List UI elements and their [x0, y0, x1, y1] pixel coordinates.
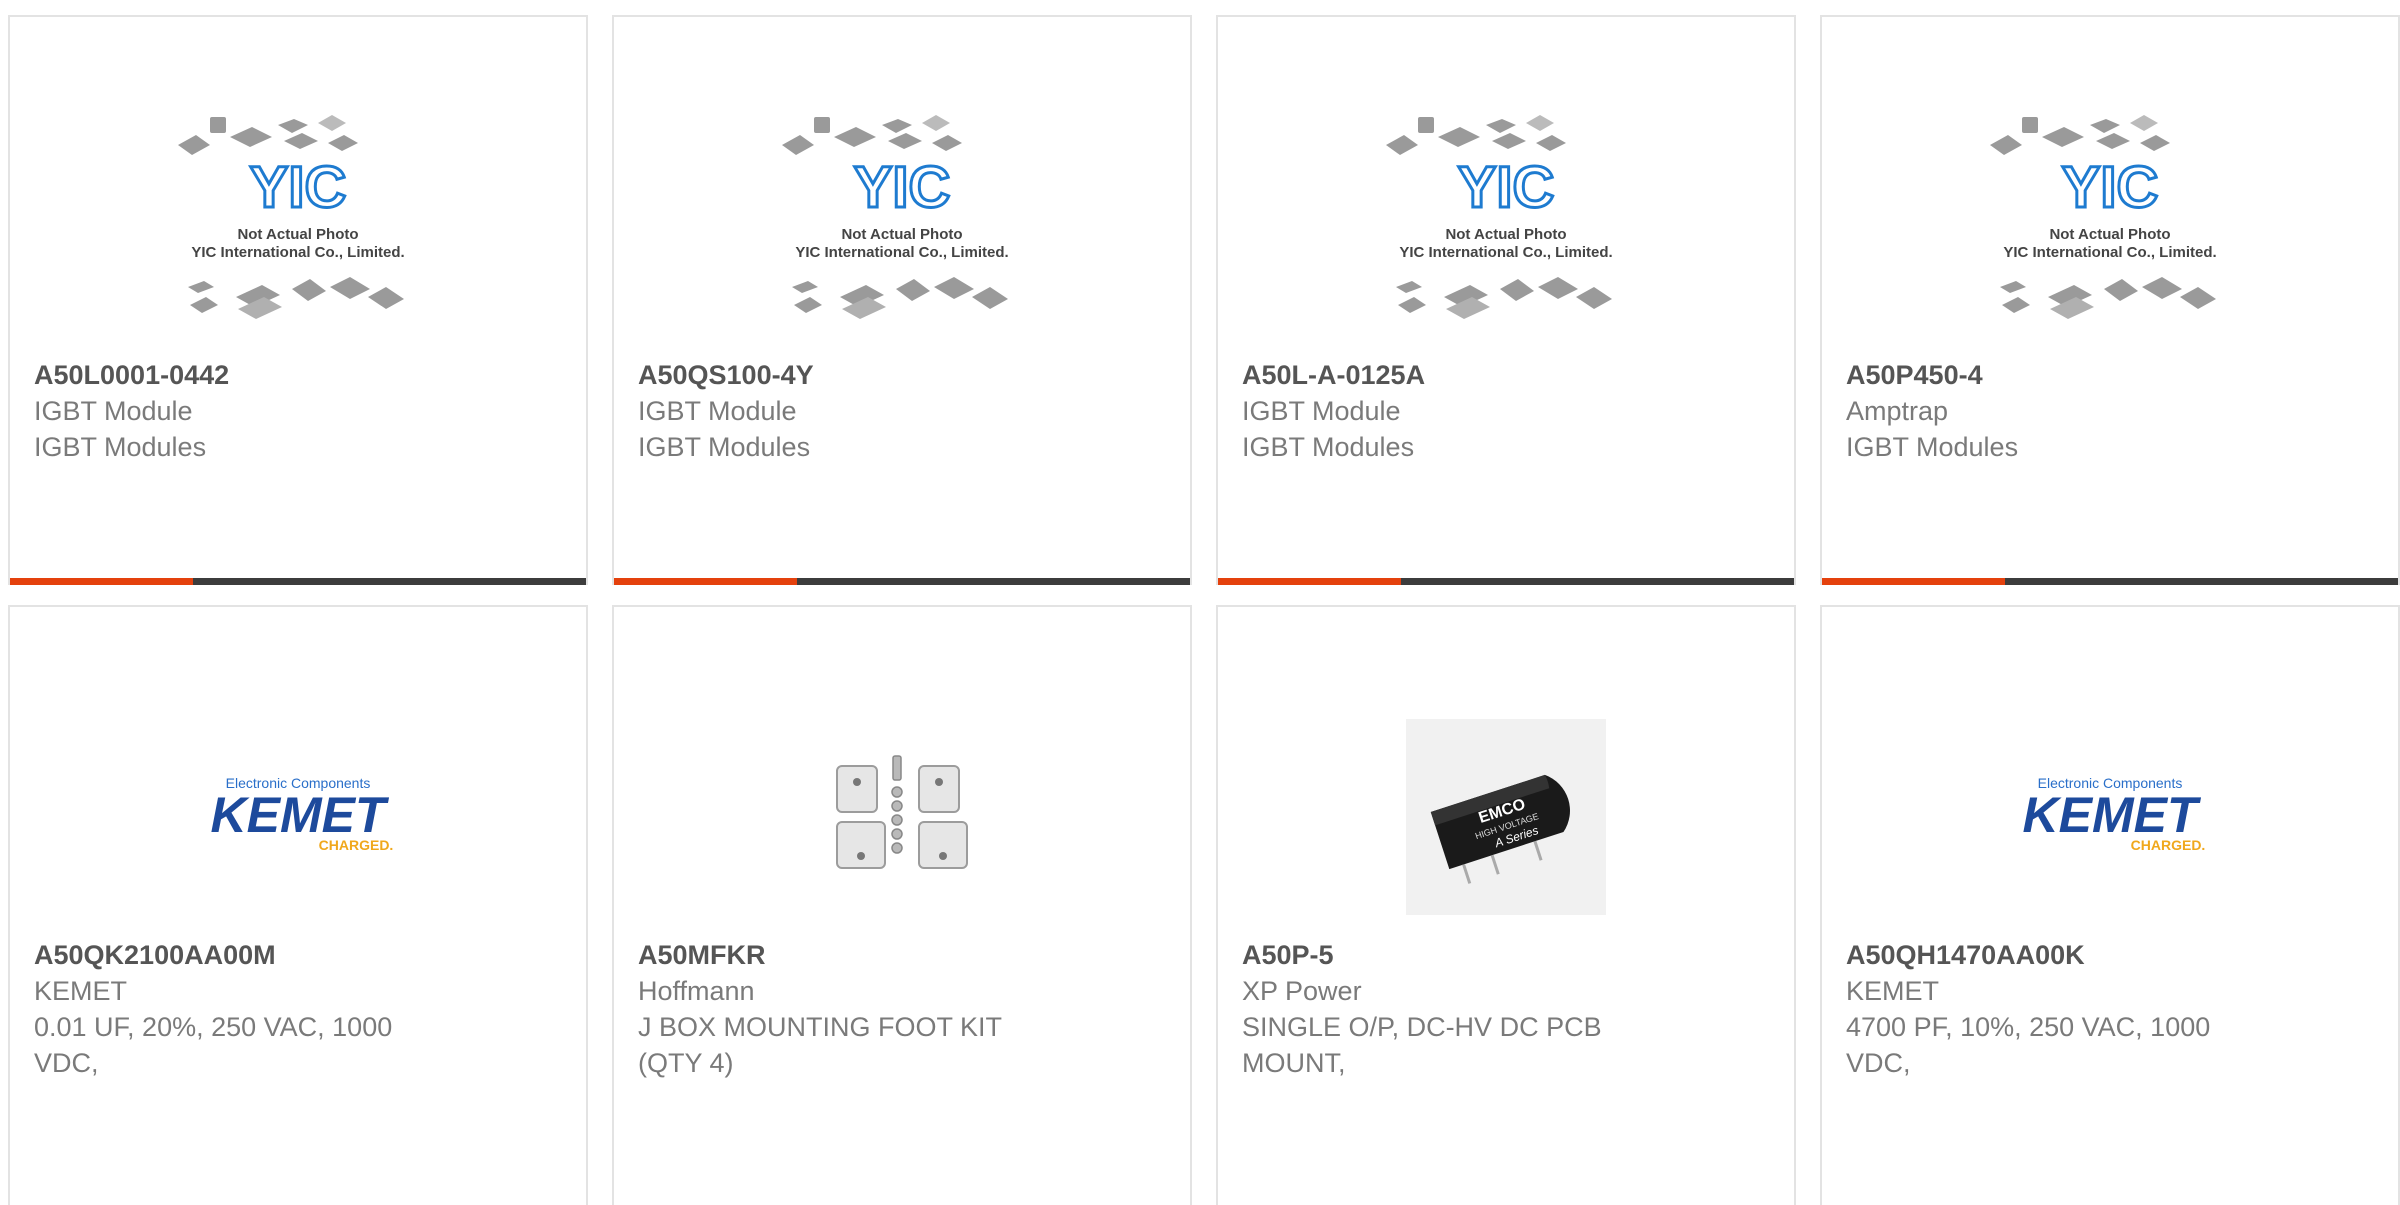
yic-logo: YIC — [1458, 155, 1555, 220]
product-card[interactable]: EMCO HIGH VOLTAGE A Series A50P-5 XP Pow… — [1216, 605, 1796, 1205]
part-number[interactable]: A50QH1470AA00K — [1846, 937, 2374, 973]
card-footer-bar — [1822, 578, 2398, 585]
product-description: IGBT Modules — [638, 432, 811, 462]
svg-text:CHARGED.: CHARGED. — [319, 837, 394, 853]
svg-text:CHARGED.: CHARGED. — [2131, 837, 2206, 853]
product-image[interactable]: YIC Not Actual Photo YIC International C… — [1822, 87, 2398, 367]
product-image[interactable]: YIC Not Actual Photo YIC International C… — [10, 87, 586, 367]
product-info: A50P-5 XP Power SINGLE O/P, DC-HV DC PCB… — [1242, 937, 1770, 1081]
product-image[interactable] — [614, 667, 1190, 967]
product-description: J BOX MOUNTING FOOT KIT (QTY 4) — [638, 1012, 1002, 1078]
part-number[interactable]: A50MFKR — [638, 937, 1166, 973]
product-card[interactable]: A50MFKR Hoffmann J BOX MOUNTING FOOT KIT… — [612, 605, 1192, 1205]
svg-text:YIC International Co., Limited: YIC International Co., Limited. — [1399, 244, 1612, 261]
product-grid: YIC Not Actual Photo YIC International C… — [8, 15, 2400, 1205]
yic-logo: YIC — [250, 155, 347, 220]
product-card[interactable]: YIC Not Actual Photo YIC International C… — [1820, 15, 2400, 585]
product-description: IGBT Modules — [1242, 432, 1415, 462]
part-number[interactable]: A50L0001-0442 — [34, 357, 562, 393]
yic-logo: YIC — [854, 155, 951, 220]
svg-text:Not Actual Photo: Not Actual Photo — [1445, 226, 1566, 243]
svg-text:KEMET: KEMET — [2023, 787, 2202, 843]
mounting-kit-image — [836, 755, 968, 869]
product-description: 4700 PF, 10%, 250 VAC, 1000 VDC, — [1846, 1012, 2211, 1078]
kemet-logo: Electronic Components KEMET CHARGED. — [211, 775, 394, 853]
manufacturer: Hoffmann — [638, 976, 755, 1006]
manufacturer: IGBT Module — [638, 396, 797, 426]
product-info: A50QS100-4Y IGBT Module IGBT Modules — [638, 357, 1166, 465]
svg-text:Not Actual Photo: Not Actual Photo — [841, 226, 962, 243]
product-description: IGBT Modules — [34, 432, 207, 462]
product-card[interactable]: Electronic Components KEMET CHARGED. A50… — [1820, 605, 2400, 1205]
manufacturer: IGBT Module — [1242, 396, 1401, 426]
product-image[interactable]: YIC Not Actual Photo YIC International C… — [614, 87, 1190, 367]
product-image[interactable]: Electronic Components KEMET CHARGED. — [10, 667, 586, 967]
yic-placeholder-image: YIC Not Actual Photo YIC International C… — [178, 115, 405, 319]
manufacturer: KEMET — [34, 976, 128, 1006]
yic-logo: YIC — [2062, 155, 2159, 220]
svg-text:Not Actual Photo: Not Actual Photo — [237, 226, 358, 243]
card-footer-bar — [614, 578, 1190, 585]
product-card[interactable]: YIC Not Actual Photo YIC International C… — [612, 15, 1192, 585]
yic-placeholder-image: YIC Not Actual Photo YIC International C… — [1386, 115, 1613, 319]
part-number[interactable]: A50QS100-4Y — [638, 357, 1166, 393]
product-info: A50MFKR Hoffmann J BOX MOUNTING FOOT KIT… — [638, 937, 1166, 1081]
product-image[interactable]: Electronic Components KEMET CHARGED. — [1822, 667, 2398, 967]
manufacturer: IGBT Module — [34, 396, 193, 426]
svg-text:YIC International Co., Limited: YIC International Co., Limited. — [2003, 244, 2216, 261]
product-description: IGBT Modules — [1846, 432, 2019, 462]
part-number[interactable]: A50QK2100AA00M — [34, 937, 562, 973]
product-info: A50L-A-0125A IGBT Module IGBT Modules — [1242, 357, 1770, 465]
product-info: A50QK2100AA00M KEMET 0.01 UF, 20%, 250 V… — [34, 937, 562, 1081]
card-accent-bar — [614, 578, 797, 585]
product-card[interactable]: YIC Not Actual Photo YIC International C… — [1216, 15, 1796, 585]
manufacturer: Amptrap — [1846, 396, 1949, 426]
part-number[interactable]: A50P-5 — [1242, 937, 1770, 973]
manufacturer: XP Power — [1242, 976, 1362, 1006]
card-accent-bar — [1822, 578, 2005, 585]
product-image[interactable]: YIC Not Actual Photo YIC International C… — [1218, 87, 1794, 367]
card-footer-bar — [1218, 578, 1794, 585]
product-info: A50L0001-0442 IGBT Module IGBT Modules — [34, 357, 562, 465]
card-accent-bar — [10, 578, 193, 585]
yic-placeholder-image: YIC Not Actual Photo YIC International C… — [1990, 115, 2217, 319]
product-image[interactable]: EMCO HIGH VOLTAGE A Series — [1218, 667, 1794, 967]
svg-text:KEMET: KEMET — [211, 787, 390, 843]
kemet-logo: Electronic Components KEMET CHARGED. — [2023, 775, 2206, 853]
manufacturer: KEMET — [1846, 976, 1940, 1006]
emco-module-image: EMCO HIGH VOLTAGE A Series — [1406, 719, 1606, 915]
product-description: 0.01 UF, 20%, 250 VAC, 1000 VDC, — [34, 1012, 393, 1078]
product-info: A50P450-4 Amptrap IGBT Modules — [1846, 357, 2374, 465]
yic-placeholder-image: YIC Not Actual Photo YIC International C… — [782, 115, 1009, 319]
svg-text:YIC International Co., Limited: YIC International Co., Limited. — [191, 244, 404, 261]
svg-text:Not Actual Photo: Not Actual Photo — [2049, 226, 2170, 243]
part-number[interactable]: A50L-A-0125A — [1242, 357, 1770, 393]
product-description: SINGLE O/P, DC-HV DC PCB MOUNT, — [1242, 1012, 1602, 1078]
card-footer-bar — [10, 578, 586, 585]
part-number[interactable]: A50P450-4 — [1846, 357, 2374, 393]
card-accent-bar — [1218, 578, 1401, 585]
svg-text:YIC International Co., Limited: YIC International Co., Limited. — [795, 244, 1008, 261]
product-info: A50QH1470AA00K KEMET 4700 PF, 10%, 250 V… — [1846, 937, 2374, 1081]
product-card[interactable]: Electronic Components KEMET CHARGED. A50… — [8, 605, 588, 1205]
product-card[interactable]: YIC Not Actual Photo YIC International C… — [8, 15, 588, 585]
